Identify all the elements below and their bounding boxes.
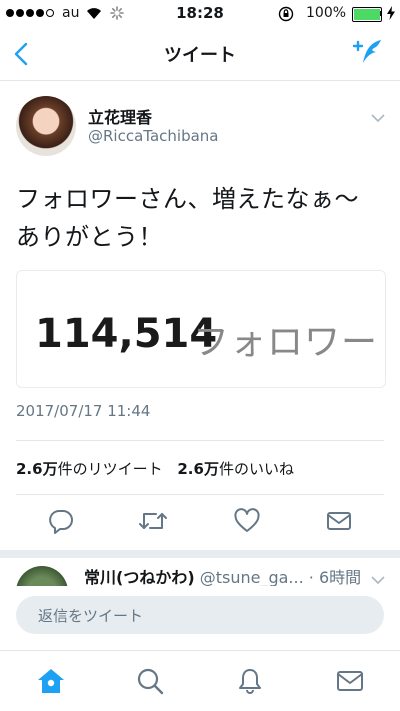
reply-input-placeholder: 返信をツイート [38,607,144,625]
tweet-media-image[interactable]: 114,514 フォロワー [16,270,386,388]
orientation-lock-icon [278,6,294,26]
divider [16,494,384,495]
battery-percent: 100% [306,5,347,21]
compose-tweet-icon[interactable] [352,38,384,70]
envelope-icon[interactable] [326,508,352,538]
home-icon[interactable] [36,667,66,699]
navigation-bar: ツイート [0,28,400,81]
tweet-stats: 2.6万件のリツイート 2.6万件のいいね [16,458,294,479]
heart-icon[interactable] [234,508,260,538]
reply-header[interactable]: 常川(つねかわ) @tsune_ga... · 6時間 [84,564,361,588]
reply-display-name: 常川(つねかわ) [84,568,195,587]
tweet-text: フォロワーさん、増えたなぁ〜 ありがとう！ [16,180,388,256]
search-icon[interactable] [136,667,164,699]
page-title: ツイート [164,45,236,66]
avatar[interactable] [16,96,76,156]
divider [16,440,384,441]
tweet-timestamp: 2017/07/17 11:44 [16,402,151,420]
reply-time: · 6時間 [308,568,362,587]
charging-bolt-icon [386,6,396,24]
reply-handle: @tsune_ga... [199,568,304,587]
media-follower-count: 114,514 [35,311,218,357]
battery-tip [380,11,382,16]
tweet-actions [0,508,400,538]
tweet-text-line: ありがとう！ [16,223,163,251]
battery-icon [352,7,382,22]
messages-envelope-icon[interactable] [336,667,364,699]
like-stat[interactable]: 2.6万件のいいね [177,460,294,478]
user-handle[interactable]: @RiccaTachibana [88,127,218,145]
tab-bar [0,650,400,711]
tweet-text-line: フォロワーさん、増えたなぁ〜 [16,185,359,213]
retweet-stat[interactable]: 2.6万件のリツイート [16,460,163,478]
status-bar: au 18:28 100% [0,0,400,28]
like-count: 2.6万 [177,460,219,478]
reply-icon[interactable] [48,508,74,538]
like-label: 件のいいね [218,460,294,478]
retweet-icon[interactable] [138,508,168,538]
media-follower-label: フォロワー [193,322,379,363]
retweet-count: 2.6万 [16,460,58,478]
user-display-name[interactable]: 立花理香 [88,104,152,128]
section-separator [0,550,400,558]
bell-icon[interactable] [236,667,264,699]
chevron-down-icon[interactable] [370,108,386,127]
retweet-label: 件のリツイート [57,460,163,478]
